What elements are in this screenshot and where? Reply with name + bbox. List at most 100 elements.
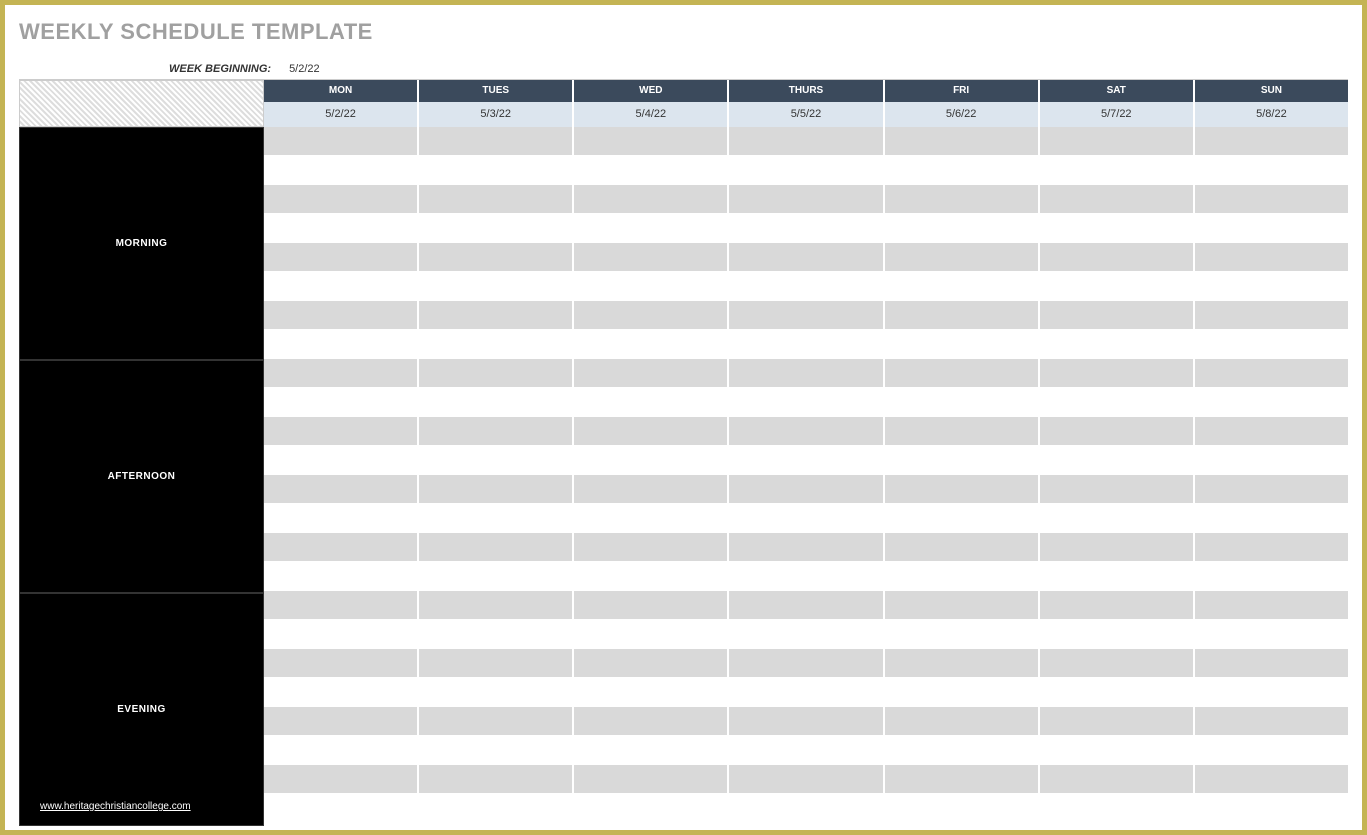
schedule-cell[interactable] [729, 301, 884, 330]
schedule-cell[interactable] [729, 417, 884, 446]
schedule-cell[interactable] [1195, 591, 1348, 620]
schedule-cell[interactable] [574, 446, 729, 475]
schedule-cell[interactable] [1195, 736, 1348, 765]
schedule-cell[interactable] [1195, 388, 1348, 417]
schedule-cell[interactable] [264, 533, 419, 562]
schedule-cell[interactable] [885, 736, 1040, 765]
schedule-cell[interactable] [1040, 127, 1195, 156]
schedule-cell[interactable] [574, 475, 729, 504]
schedule-cell[interactable] [419, 678, 574, 707]
schedule-cell[interactable] [1195, 533, 1348, 562]
schedule-cell[interactable] [1040, 707, 1195, 736]
schedule-cell[interactable] [729, 185, 884, 214]
schedule-cell[interactable] [729, 765, 884, 794]
schedule-cell[interactable] [885, 678, 1040, 707]
schedule-cell[interactable] [419, 127, 574, 156]
schedule-cell[interactable] [264, 127, 419, 156]
schedule-cell[interactable] [885, 359, 1040, 388]
schedule-cell[interactable] [419, 388, 574, 417]
schedule-cell[interactable] [1195, 301, 1348, 330]
schedule-cell[interactable] [1195, 475, 1348, 504]
schedule-cell[interactable] [729, 533, 884, 562]
schedule-cell[interactable] [1040, 185, 1195, 214]
schedule-cell[interactable] [1195, 765, 1348, 794]
schedule-cell[interactable] [1040, 330, 1195, 359]
schedule-cell[interactable] [729, 330, 884, 359]
schedule-cell[interactable] [1040, 504, 1195, 533]
schedule-cell[interactable] [419, 620, 574, 649]
schedule-cell[interactable] [1040, 649, 1195, 678]
schedule-cell[interactable] [1040, 533, 1195, 562]
schedule-cell[interactable] [264, 185, 419, 214]
schedule-cell[interactable] [1195, 504, 1348, 533]
schedule-cell[interactable] [419, 794, 574, 823]
schedule-cell[interactable] [1040, 678, 1195, 707]
schedule-cell[interactable] [729, 794, 884, 823]
schedule-cell[interactable] [1195, 330, 1348, 359]
schedule-cell[interactable] [1195, 707, 1348, 736]
schedule-cell[interactable] [1040, 388, 1195, 417]
schedule-cell[interactable] [419, 243, 574, 272]
schedule-cell[interactable] [419, 156, 574, 185]
schedule-cell[interactable] [1195, 156, 1348, 185]
schedule-cell[interactable] [729, 446, 884, 475]
schedule-cell[interactable] [885, 301, 1040, 330]
schedule-cell[interactable] [1040, 417, 1195, 446]
schedule-cell[interactable] [574, 678, 729, 707]
schedule-cell[interactable] [885, 243, 1040, 272]
schedule-cell[interactable] [729, 736, 884, 765]
schedule-cell[interactable] [729, 127, 884, 156]
schedule-cell[interactable] [1040, 562, 1195, 591]
schedule-cell[interactable] [885, 562, 1040, 591]
schedule-cell[interactable] [1195, 794, 1348, 823]
schedule-cell[interactable] [1040, 765, 1195, 794]
schedule-cell[interactable] [419, 562, 574, 591]
schedule-cell[interactable] [574, 707, 729, 736]
schedule-cell[interactable] [419, 736, 574, 765]
schedule-cell[interactable] [1040, 620, 1195, 649]
schedule-cell[interactable] [574, 504, 729, 533]
schedule-cell[interactable] [419, 301, 574, 330]
schedule-cell[interactable] [885, 214, 1040, 243]
schedule-cell[interactable] [1195, 272, 1348, 301]
schedule-cell[interactable] [1040, 214, 1195, 243]
schedule-cell[interactable] [1195, 127, 1348, 156]
schedule-cell[interactable] [419, 417, 574, 446]
schedule-cell[interactable] [574, 243, 729, 272]
schedule-cell[interactable] [1040, 243, 1195, 272]
schedule-cell[interactable] [264, 562, 419, 591]
schedule-cell[interactable] [1195, 359, 1348, 388]
schedule-cell[interactable] [729, 475, 884, 504]
schedule-cell[interactable] [574, 272, 729, 301]
schedule-cell[interactable] [1195, 185, 1348, 214]
schedule-cell[interactable] [264, 417, 419, 446]
schedule-cell[interactable] [264, 330, 419, 359]
schedule-cell[interactable] [729, 562, 884, 591]
schedule-cell[interactable] [885, 591, 1040, 620]
schedule-cell[interactable] [574, 533, 729, 562]
schedule-cell[interactable] [1195, 243, 1348, 272]
schedule-cell[interactable] [264, 272, 419, 301]
schedule-cell[interactable] [574, 330, 729, 359]
schedule-cell[interactable] [419, 272, 574, 301]
schedule-cell[interactable] [885, 185, 1040, 214]
schedule-cell[interactable] [264, 359, 419, 388]
schedule-cell[interactable] [574, 156, 729, 185]
schedule-cell[interactable] [264, 214, 419, 243]
schedule-cell[interactable] [1040, 794, 1195, 823]
schedule-cell[interactable] [574, 214, 729, 243]
schedule-cell[interactable] [1040, 591, 1195, 620]
schedule-cell[interactable] [419, 214, 574, 243]
schedule-cell[interactable] [885, 794, 1040, 823]
schedule-cell[interactable] [574, 185, 729, 214]
schedule-cell[interactable] [1195, 446, 1348, 475]
schedule-cell[interactable] [885, 765, 1040, 794]
schedule-cell[interactable] [1040, 359, 1195, 388]
schedule-cell[interactable] [574, 620, 729, 649]
schedule-cell[interactable] [264, 301, 419, 330]
schedule-cell[interactable] [574, 591, 729, 620]
schedule-cell[interactable] [574, 765, 729, 794]
schedule-cell[interactable] [574, 562, 729, 591]
schedule-cell[interactable] [1040, 301, 1195, 330]
schedule-cell[interactable] [264, 707, 419, 736]
